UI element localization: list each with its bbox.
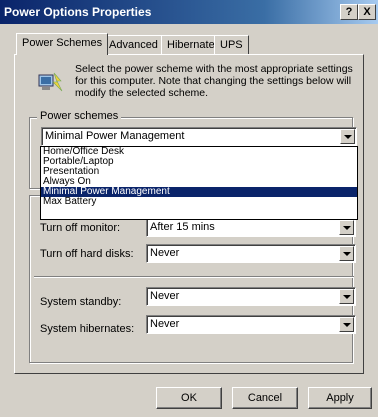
standby-select[interactable]: Never	[146, 287, 356, 306]
close-button[interactable]: X	[358, 4, 376, 20]
power-scheme-select[interactable]: Minimal Power Management	[41, 127, 357, 146]
power-options-window: Power Options Properties ? X Power Schem…	[0, 0, 378, 417]
disks-label: Turn off hard disks:	[40, 248, 134, 260]
tab-advanced[interactable]: Advanced	[103, 35, 164, 54]
standby-value: Never	[150, 290, 180, 302]
apply-button[interactable]: Apply	[308, 387, 372, 409]
chevron-down-icon[interactable]	[339, 220, 354, 235]
standby-label: System standby:	[40, 296, 122, 308]
ok-button[interactable]: OK	[156, 387, 222, 409]
title-bar[interactable]: Power Options Properties ? X	[0, 0, 378, 24]
disks-value: Never	[150, 247, 180, 259]
monitor-value: After 15 mins	[150, 221, 215, 233]
help-button[interactable]: ?	[340, 4, 358, 20]
chevron-down-icon[interactable]	[339, 289, 354, 304]
chevron-down-icon[interactable]	[340, 129, 355, 144]
cancel-button[interactable]: Cancel	[232, 387, 298, 409]
disks-select[interactable]: Never	[146, 244, 356, 263]
monitor-select[interactable]: After 15 mins	[146, 218, 356, 237]
scheme-description: Select the power scheme with the most ap…	[75, 63, 353, 99]
power-scheme-icon	[38, 72, 63, 92]
divider	[34, 276, 354, 278]
power-scheme-dropdown-list: Home/Office Desk Portable/Laptop Present…	[40, 146, 358, 220]
chevron-down-icon[interactable]	[339, 246, 354, 261]
chevron-down-icon[interactable]	[339, 317, 354, 332]
power-scheme-value: Minimal Power Management	[45, 130, 185, 142]
dropdown-option[interactable]: Max Battery	[41, 197, 357, 207]
tab-ups[interactable]: UPS	[214, 35, 249, 54]
power-schemes-legend: Power schemes	[37, 110, 122, 122]
monitor-label: Turn off monitor:	[40, 222, 121, 234]
tab-hibernate[interactable]: Hibernate	[161, 35, 221, 54]
hibernate-value: Never	[150, 318, 180, 330]
tab-power-schemes[interactable]: Power Schemes	[16, 33, 109, 55]
window-title: Power Options Properties	[4, 5, 152, 19]
hibernate-select[interactable]: Never	[146, 315, 356, 334]
hibernate-label: System hibernates:	[40, 323, 135, 335]
